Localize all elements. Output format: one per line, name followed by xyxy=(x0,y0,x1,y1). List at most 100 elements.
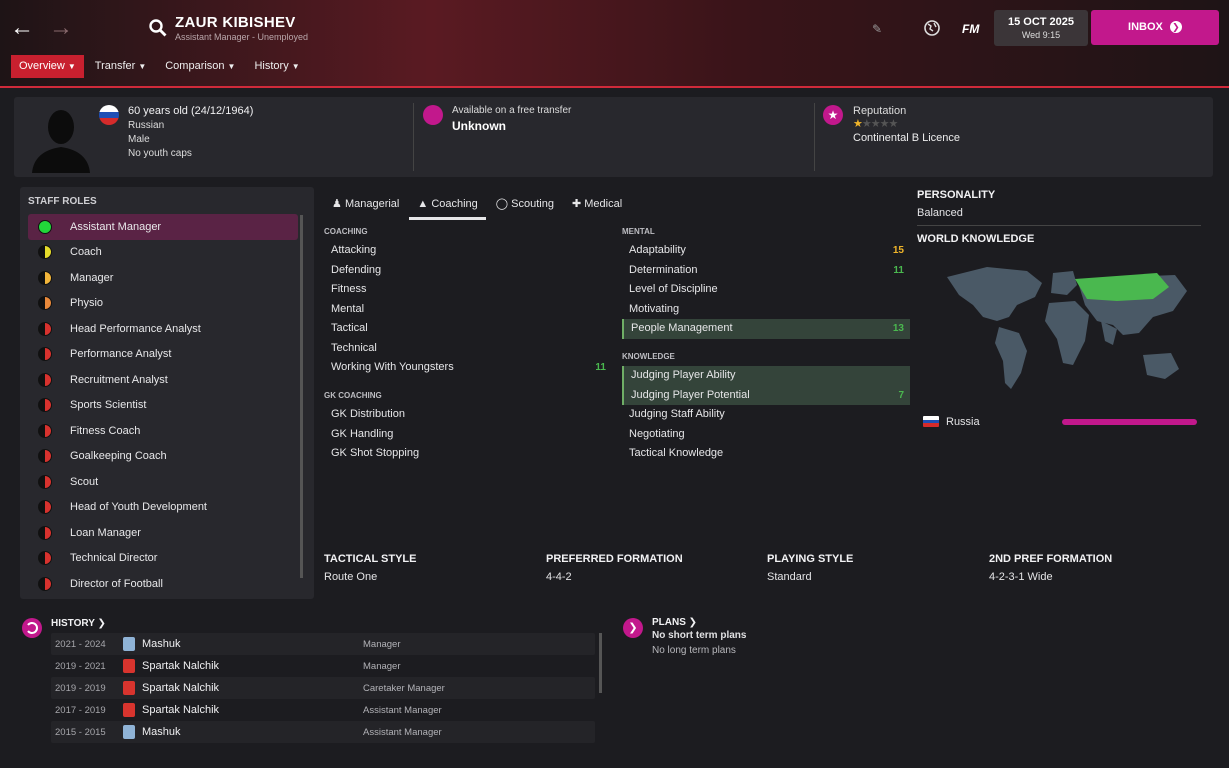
staff-role-item[interactable]: Physio xyxy=(28,291,298,317)
attribute-row[interactable]: Fitness xyxy=(324,280,612,300)
staff-role-label: Loan Manager xyxy=(70,526,141,539)
history-role: Manager xyxy=(363,660,401,672)
staff-role-item[interactable]: Head of Youth Development xyxy=(28,495,298,521)
country-name: Russia xyxy=(946,416,980,428)
attribute-row[interactable]: GK Distribution xyxy=(324,405,612,425)
history-row[interactable]: 2017 - 2019 Spartak Nalchik Assistant Mana… xyxy=(51,699,595,721)
staff-role-item[interactable]: Recruitment Analyst xyxy=(28,367,298,393)
globe-icon[interactable] xyxy=(922,18,942,38)
history-row[interactable]: 2019 - 2021 Spartak Nalchik Manager xyxy=(51,655,595,677)
role-suitability-icon xyxy=(38,474,52,489)
attribute-label: Mental xyxy=(331,302,365,315)
staff-role-item[interactable]: Goalkeeping Coach xyxy=(28,444,298,470)
medical-kit-icon: ✚ xyxy=(571,198,582,210)
attribute-label: Working With Youngsters xyxy=(331,361,454,373)
staff-role-item[interactable]: Assistant Manager xyxy=(28,214,298,240)
attribute-label: Level of Discipline xyxy=(629,283,718,295)
history-row[interactable]: 2015 - 2015 Mashuk Assistant Manager xyxy=(51,721,595,743)
attribute-row[interactable]: GK Shot Stopping xyxy=(324,444,612,464)
attribute-row[interactable]: Negotiating xyxy=(622,425,910,445)
attribute-label: Tactical Knowledge xyxy=(629,447,724,459)
divider xyxy=(413,103,414,171)
staff-role-label: Fitness Coach xyxy=(70,424,141,437)
forward-arrow-icon[interactable]: → xyxy=(47,14,75,42)
personality-value: Balanced xyxy=(917,207,963,219)
chevron-down-icon: ▼ xyxy=(67,62,76,71)
chevron-down-icon: ▼ xyxy=(138,62,147,71)
history-title-text: HISTORY xyxy=(51,618,95,629)
staff-role-item[interactable]: Loan Manager xyxy=(28,520,298,546)
roles-scrollbar[interactable] xyxy=(300,215,303,578)
attribute-label: Motivating xyxy=(629,302,680,315)
history-club[interactable]: Spartak Nalchik xyxy=(123,703,363,717)
attribute-row[interactable]: Judging Player Potential 7 xyxy=(622,385,910,405)
attribute-row[interactable]: People Management 13 xyxy=(622,319,910,339)
attribute-row[interactable]: Mental xyxy=(324,300,612,320)
edit-pencil-icon[interactable]: ✎ xyxy=(872,22,886,36)
staff-role-item[interactable]: Technical Director xyxy=(28,546,298,572)
club-badge-icon xyxy=(123,637,135,651)
tab-comparison[interactable]: Comparison ▼ xyxy=(157,55,243,78)
russia-highlight xyxy=(1075,273,1169,301)
tab-overview[interactable]: Overview ▼ xyxy=(11,55,84,78)
tab-label: Coaching xyxy=(431,198,478,210)
chevron-down-icon: ▼ xyxy=(291,62,300,71)
attribute-row[interactable]: Working With Youngsters 11 xyxy=(324,358,612,378)
search-icon[interactable] xyxy=(148,18,168,38)
history-row[interactable]: 2019 - 2019 Spartak Nalchik Caretaker Mana… xyxy=(51,677,595,699)
staff-role-item[interactable]: Performance Analyst xyxy=(28,342,298,368)
staff-role-item[interactable]: Manager xyxy=(28,265,298,291)
history-years: 2017 - 2019 xyxy=(55,704,106,716)
tab-medical[interactable]: ✚ Medical xyxy=(564,192,630,220)
staff-role-label: Physio xyxy=(70,297,104,310)
history-club[interactable]: Spartak Nalchik xyxy=(123,659,363,673)
tab-scouting[interactable]: ◯ Scouting xyxy=(488,192,562,220)
history-club[interactable]: Mashuk xyxy=(123,725,363,739)
attribute-row[interactable]: Tactical Knowledge xyxy=(622,444,910,464)
staff-role-label: Scout xyxy=(70,475,99,488)
attribute-row[interactable]: Technical xyxy=(324,339,612,359)
tab-history[interactable]: History ▼ xyxy=(246,55,307,78)
attribute-row[interactable]: GK Handling xyxy=(324,425,612,445)
style-label: PLAYING STYLE xyxy=(767,553,854,565)
attribute-row[interactable]: Tactical xyxy=(324,319,612,339)
history-row[interactable]: 2021 - 2024 Mashuk Manager xyxy=(51,633,595,655)
staff-role-item[interactable]: Coach xyxy=(28,240,298,266)
plans-title[interactable]: PLANS ❯ xyxy=(652,617,697,628)
time-text: Wed 9:15 xyxy=(1021,30,1061,40)
tab-transfer[interactable]: Transfer ▼ xyxy=(87,55,154,78)
staff-role-item[interactable]: Fitness Coach xyxy=(28,418,298,444)
history-club[interactable]: Spartak Nalchik xyxy=(123,681,363,695)
tab-coaching[interactable]: ▲ Coaching xyxy=(409,192,486,220)
attribute-row[interactable]: Level of Discipline xyxy=(622,280,910,300)
attribute-row[interactable]: Adaptability 15 xyxy=(622,241,910,261)
tab-label: Scouting xyxy=(511,198,554,210)
attribute-label: Fitness xyxy=(331,283,367,295)
back-arrow-icon[interactable]: ← xyxy=(8,14,36,42)
inbox-button[interactable]: INBOX ❯ xyxy=(1091,10,1219,45)
chevron-right-icon[interactable]: ❯ xyxy=(623,618,643,638)
divider xyxy=(917,225,1201,226)
attribute-row[interactable]: Judging Player Ability xyxy=(622,366,910,386)
tab-managerial[interactable]: ♟ Managerial xyxy=(324,192,407,220)
attribute-row[interactable]: Motivating xyxy=(622,300,910,320)
attribute-row[interactable]: Attacking xyxy=(324,241,612,261)
attribute-row[interactable]: Defending xyxy=(324,261,612,281)
staff-role-item[interactable]: Head Performance Analyst xyxy=(28,316,298,342)
staff-role-item[interactable]: Sports Scientist xyxy=(28,393,298,419)
style-label: PREFERRED FORMATION xyxy=(546,553,683,565)
fm-logo[interactable]: FM xyxy=(962,22,979,36)
style-value: 4-2-3-1 Wide xyxy=(989,571,1053,583)
licence-text: Continental B Licence xyxy=(853,132,961,144)
style-value: 4-4-2 xyxy=(546,571,572,583)
history-title[interactable]: HISTORY ❯ xyxy=(51,618,106,629)
date-widget[interactable]: 15 OCT 2025 Wed 9:15 xyxy=(994,10,1088,46)
coaching-section-title: COACHING xyxy=(324,227,368,236)
staff-role-item[interactable]: Scout xyxy=(28,469,298,495)
staff-role-label: Goalkeeping Coach xyxy=(70,450,167,463)
history-club[interactable]: Mashuk xyxy=(123,637,363,651)
staff-role-item[interactable]: Director of Football xyxy=(28,571,298,597)
attribute-row[interactable]: Determination 11 xyxy=(622,261,910,281)
history-scrollbar[interactable] xyxy=(599,633,602,693)
attribute-row[interactable]: Judging Staff Ability xyxy=(622,405,910,425)
